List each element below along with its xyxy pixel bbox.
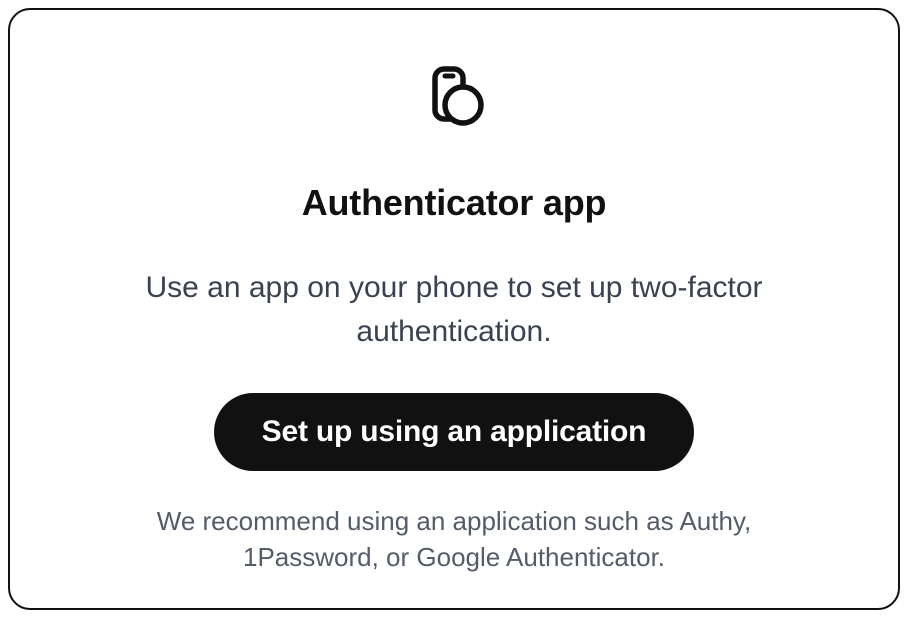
phone-message-icon (418, 62, 490, 134)
card-description: Use an app on your phone to set up two-f… (134, 266, 774, 353)
authenticator-card: Authenticator app Use an app on your pho… (8, 8, 900, 610)
card-title: Authenticator app (302, 182, 607, 224)
setup-application-button[interactable]: Set up using an application (214, 393, 695, 471)
card-footnote: We recommend using an application such a… (94, 503, 814, 576)
